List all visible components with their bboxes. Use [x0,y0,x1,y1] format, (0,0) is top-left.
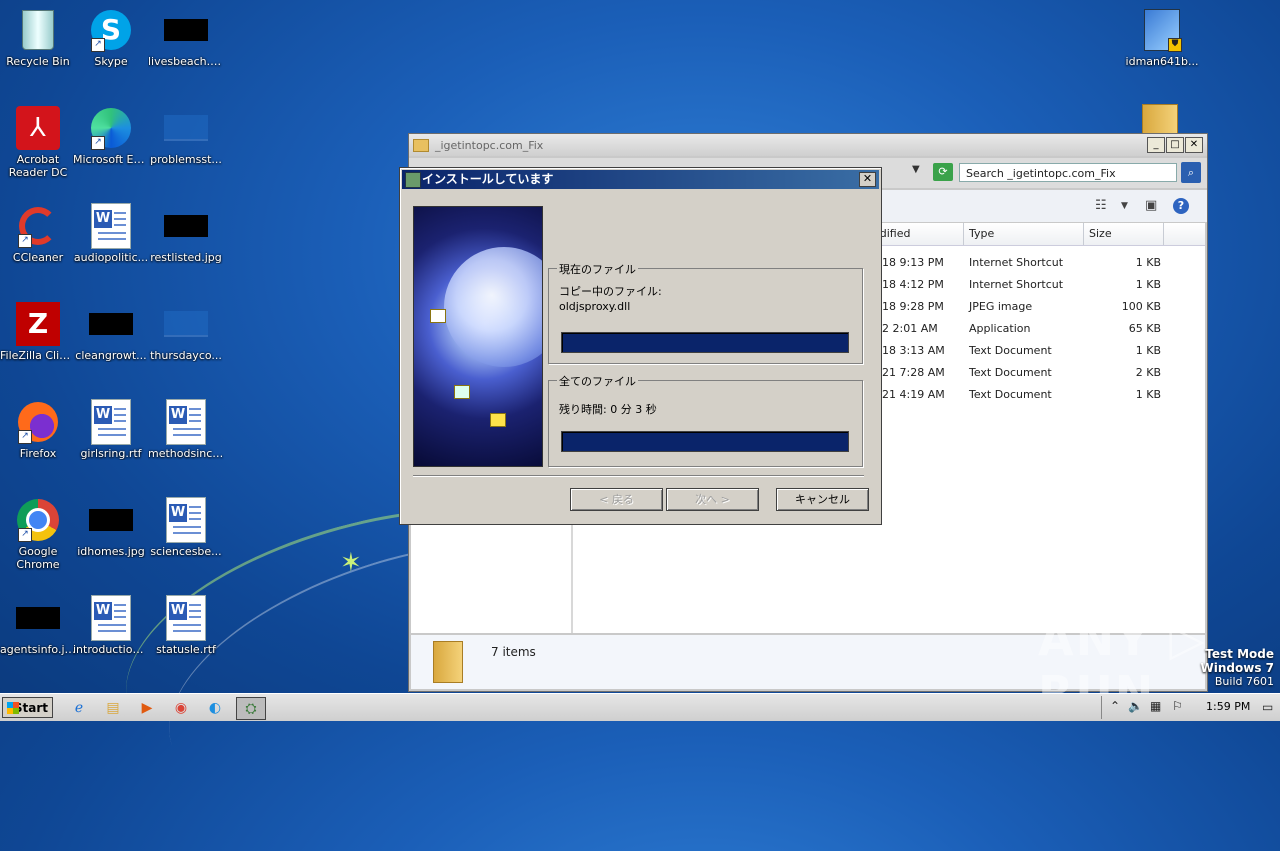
desktop-folder-icon[interactable] [1142,104,1178,136]
desktop-icon-audiopolitic[interactable]: W audiopolitic... [73,203,149,264]
installer-icon [405,172,421,188]
copying-label: コピー中のファイル: [559,285,662,298]
dialog-titlebar[interactable]: インストールしています ✕ [402,170,879,189]
windows-logo-icon [7,702,19,714]
edge-taskbar-icon[interactable]: ◐ [204,697,226,718]
search-input[interactable]: Search _igetintopc.com_Fix [959,163,1177,182]
word-document-icon: W [164,497,208,543]
maximize-button[interactable]: □ [1166,137,1184,153]
current-file-progress [561,332,849,353]
search-icon[interactable]: ⌕ [1181,162,1201,183]
image-thumbnail-icon [89,302,133,346]
minimize-button[interactable]: _ [1147,137,1165,153]
cancel-button[interactable]: キャンセル [776,488,869,511]
image-thumbnail-icon [164,8,208,52]
edge-icon: ↗ [89,106,133,150]
dialog-title: インストールしています [422,172,554,186]
action-center-flag-icon[interactable]: ⚐ [1172,699,1183,713]
file-explorer-icon[interactable]: ▤ [102,697,124,718]
preview-pane-icon[interactable]: ▣ [1145,198,1157,213]
recycle-bin-icon [16,8,60,52]
desktop-icon-firefox[interactable]: ↗ Firefox [0,400,76,460]
word-document-icon: W [89,595,133,641]
image-thumbnail-icon [16,596,60,640]
image-thumbnail-icon [164,204,208,248]
filezilla-icon: Z [16,302,60,346]
address-dropdown-icon[interactable]: ▼ [912,164,920,175]
window-controls: _ □ ✕ [1147,137,1203,153]
desktop-icon-problemsst[interactable]: problemsst... [148,106,224,166]
word-document-icon: W [164,595,208,641]
ccleaner-icon: ↗ [16,204,60,248]
installer-icon: ⛊ [1140,8,1184,52]
view-options-icon[interactable]: ☷ [1095,198,1107,213]
network-icon[interactable]: ▦ [1150,699,1161,713]
desktop-icon-chrome[interactable]: ↗ Google Chrome [0,498,76,571]
current-file-group: 現在のファイル コピー中のファイル: oldjsproxy.dll [548,261,863,364]
desktop-icon-introduction[interactable]: W introduction... [73,595,149,656]
desktop-icon-recycle-bin[interactable]: Recycle Bin [0,8,76,68]
next-button[interactable]: 次へ > [666,488,759,511]
explorer-titlebar[interactable]: _igetintopc.com_Fix [409,134,1207,156]
start-button[interactable]: Start [2,697,53,718]
desktop-icon-idhomes[interactable]: idhomes.jpg [73,498,149,558]
installer-taskbar-button[interactable]: ⛭ [236,697,266,720]
close-button[interactable]: ✕ [859,172,876,187]
desktop-icon-ccleaner[interactable]: ↗ CCleaner [0,204,76,264]
chevron-down-icon[interactable]: ▼ [1121,201,1128,211]
folder-icon [413,138,429,152]
image-thumbnail-icon [89,498,133,542]
help-icon[interactable]: ? [1173,198,1189,214]
current-file-name: oldjsproxy.dll [559,300,631,313]
all-files-group: 全てのファイル 残り時間: 0 分 3 秒 [548,373,863,467]
firefox-icon: ↗ [16,400,60,444]
chrome-icon: ↗ [16,498,60,542]
explorer-title: _igetintopc.com_Fix [435,138,544,152]
taskbar: Start ℯ ▤ ▶ ◉ ◐ ⛭ ⌃ 🔈 ▦ ⚐ ▭ 1:59 PM [0,693,1280,721]
file-icon [164,106,208,150]
desktop-icon-sciencesbe[interactable]: W sciencesbe... [148,497,224,558]
item-count: 7 items [491,645,536,659]
desktop-icon-methodsinc[interactable]: W methodsinc.rtf [148,399,224,460]
desktop-icon-restlisted[interactable]: restlisted.jpg [148,204,224,264]
system-tray: ⌃ 🔈 ▦ ⚐ ▭ [1101,696,1280,719]
install-banner-image [413,206,543,467]
volume-icon[interactable]: 🔈 [1128,699,1143,713]
desktop-icon-agentsinfo[interactable]: agentsinfo.jpg [0,596,76,656]
word-document-icon: W [89,399,133,445]
column-size[interactable]: Size [1089,227,1112,240]
chrome-taskbar-icon[interactable]: ◉ [170,697,192,718]
internet-explorer-icon[interactable]: ℯ [68,697,90,718]
install-dialog[interactable]: インストールしています ✕ 現在のファイル コピー中のファイル: oldjspr… [399,167,882,525]
remaining-time: 残り時間: 0 分 3 秒 [559,403,657,416]
desktop-icon-idman[interactable]: ⛊ idman641b... [1123,8,1201,68]
desktop-icon-skype[interactable]: S ↗ Skype [73,8,149,68]
desktop-icon-girlsring[interactable]: W girlsring.rtf [73,399,149,460]
acrobat-icon: ⅄ [16,106,60,150]
all-files-progress [561,431,849,452]
media-player-icon[interactable]: ▶ [136,697,158,718]
refresh-icon[interactable]: ⟳ [933,163,953,181]
word-document-icon: W [89,203,133,249]
desktop-icon-filezilla[interactable]: Z FileZilla Client [0,302,76,362]
wallpaper-star: ✶ [340,548,362,578]
close-button[interactable]: ✕ [1185,137,1203,153]
word-document-icon: W [164,399,208,445]
column-type[interactable]: Type [969,227,994,240]
desktop-icon-statusle[interactable]: W statusle.rtf [148,595,224,656]
desktop-icon-acrobat[interactable]: ⅄ Acrobat Reader DC [0,106,76,179]
test-mode-watermark: Test Mode Windows 7 Build 7601 [1200,647,1274,688]
desktop-icon-thursdayco[interactable]: thursdayco... [148,302,224,362]
divider [413,475,864,477]
back-button[interactable]: < 戻る [570,488,663,511]
show-hidden-icons-icon[interactable]: ⌃ [1110,699,1120,713]
file-icon [164,302,208,346]
skype-icon: S ↗ [89,8,133,52]
folder-icon [433,641,463,683]
clock[interactable]: 1:59 PM [1206,700,1250,713]
desktop-icon-livesbeach[interactable]: livesbeach.jpg [148,8,224,68]
desktop-icon-edge[interactable]: ↗ Microsoft Edge [73,106,149,166]
show-desktop-icon[interactable]: ▭ [1262,700,1273,714]
desktop-icon-cleangrowt[interactable]: cleangrowt... [73,302,149,362]
